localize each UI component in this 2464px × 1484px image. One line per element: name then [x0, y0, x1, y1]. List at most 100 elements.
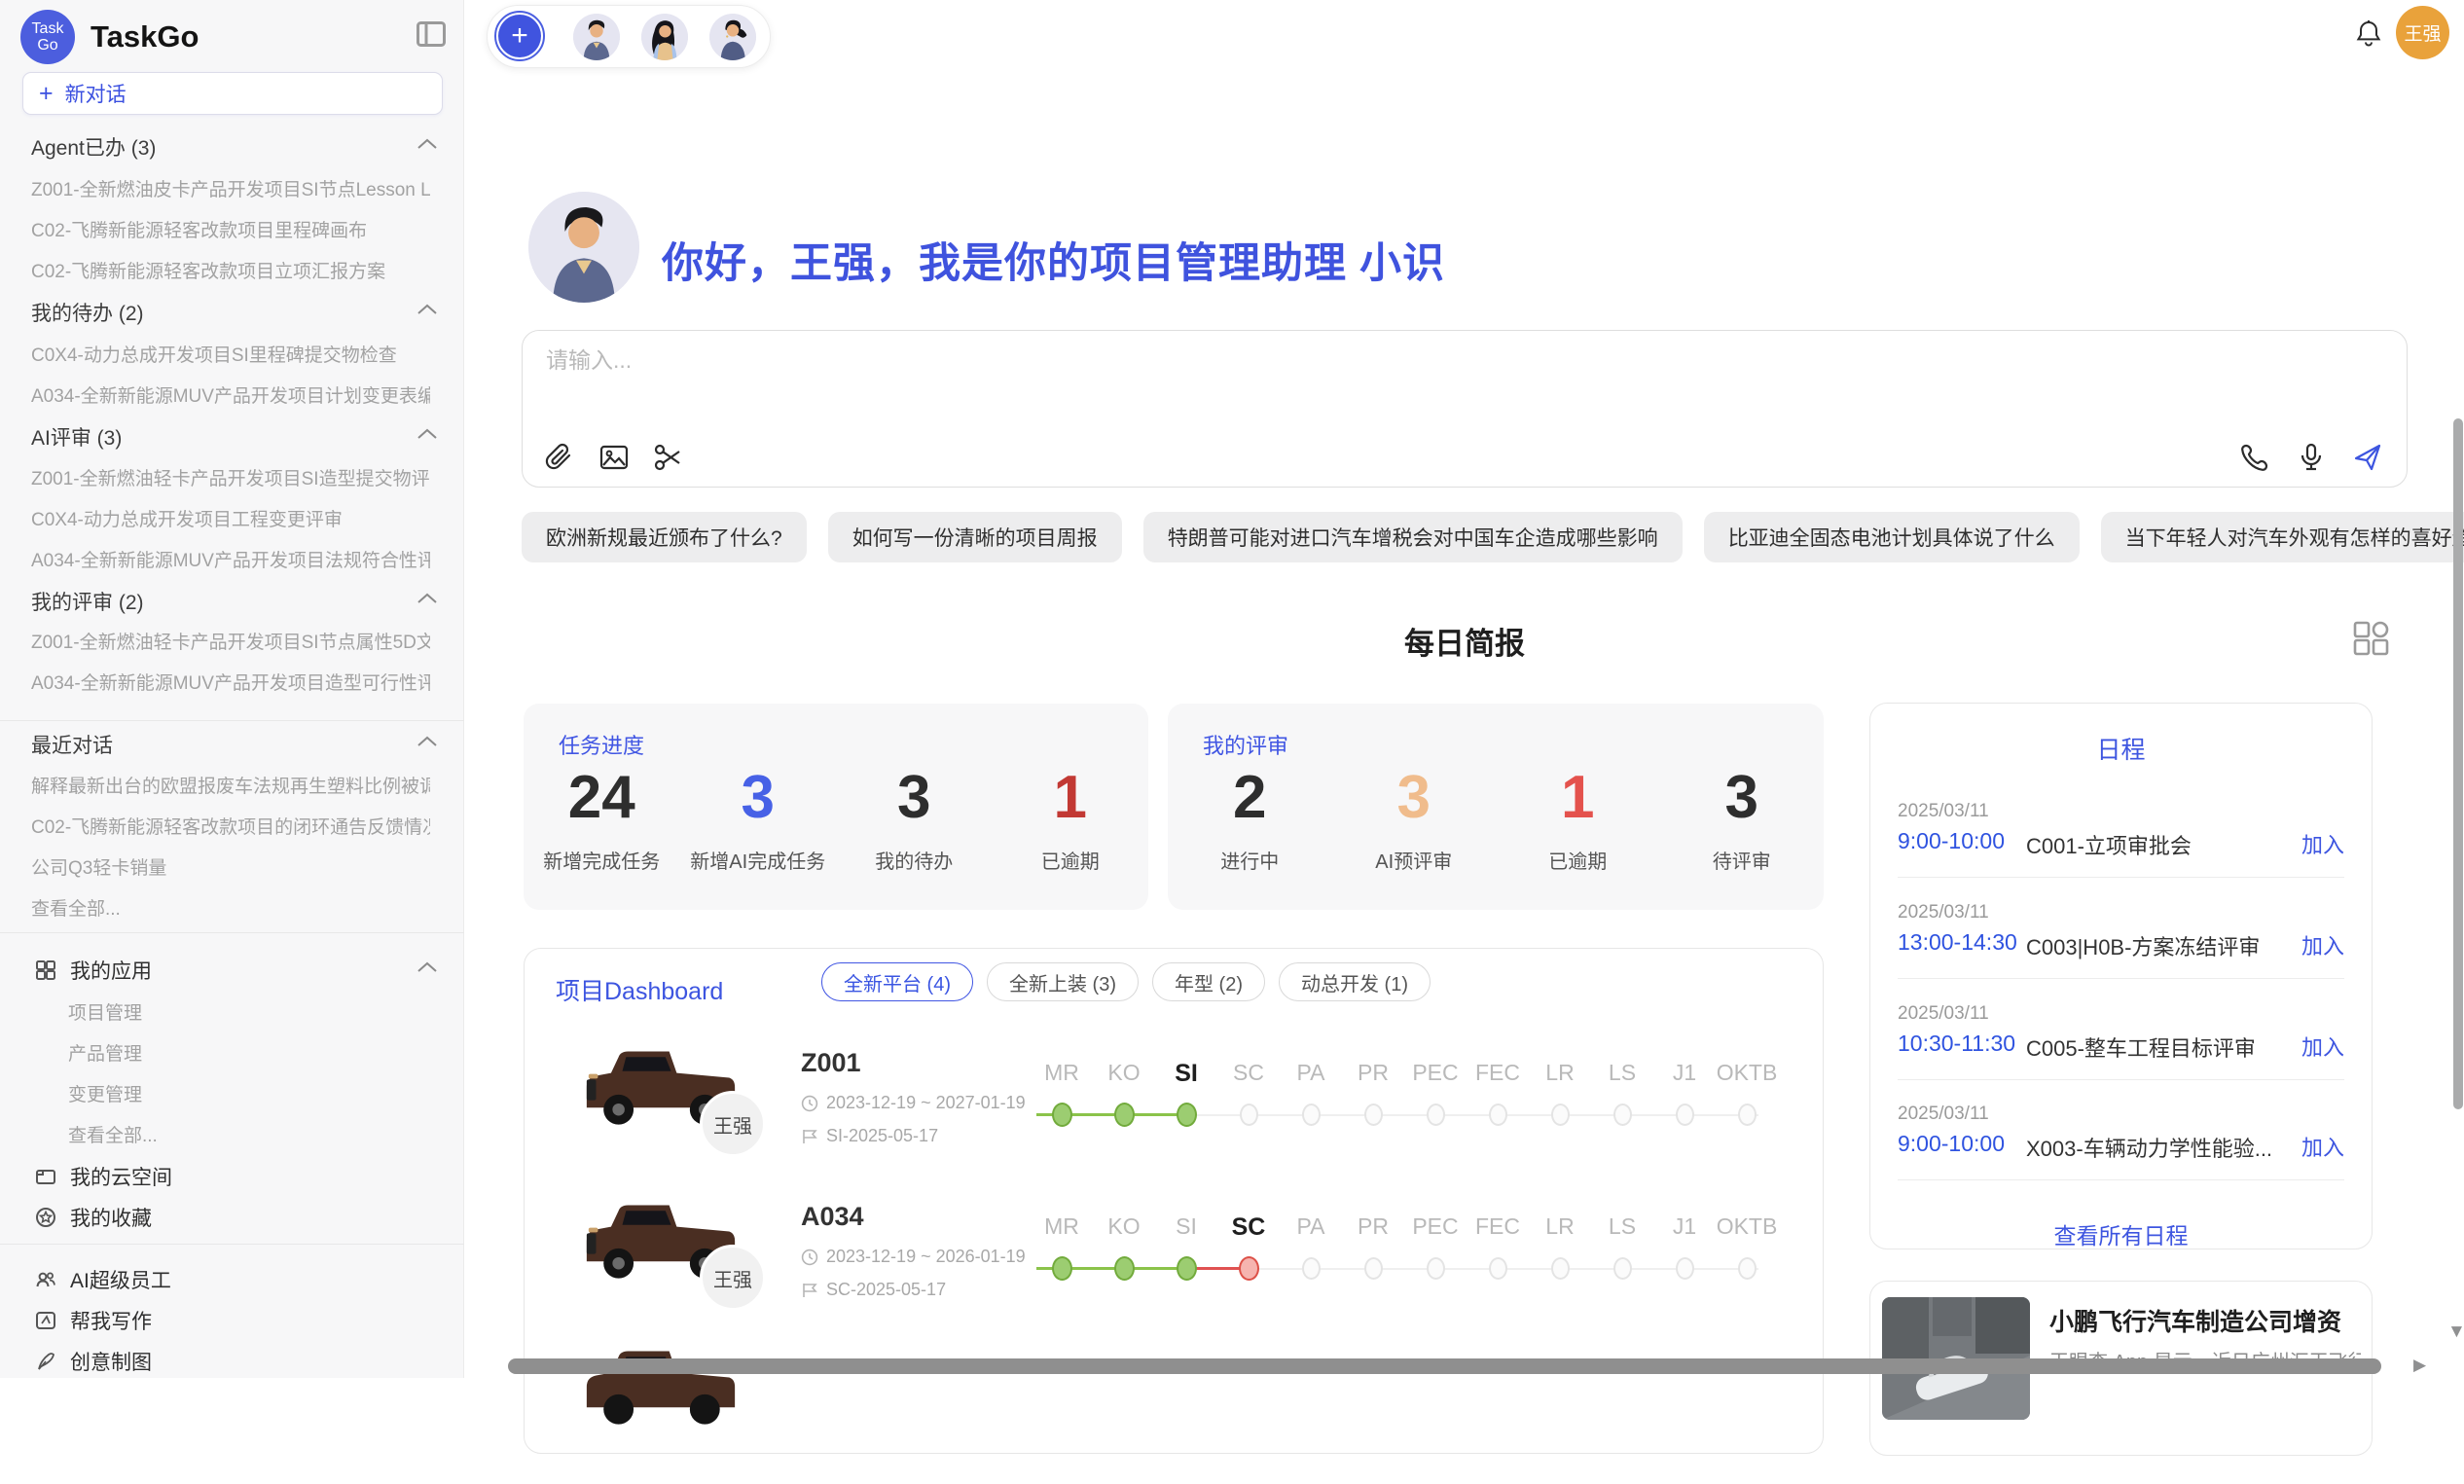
tool-creative-drawing[interactable]: 创意制图 [35, 1347, 152, 1376]
conversation-item[interactable]: Z001-全新燃油轻卡产品开发项目SI造型提交物评审 [31, 464, 430, 490]
filter-pill[interactable]: 全新上装 (3) [987, 962, 1139, 1001]
my-favorites[interactable]: 我的收藏 [35, 1203, 152, 1232]
news-title: 小鹏飞行汽车制造公司增资 [2049, 1303, 2341, 1338]
stat-my-todo: 3我的待办 [836, 764, 993, 874]
layout-grid-icon[interactable] [2351, 621, 2392, 656]
conversation-item[interactable]: A034-全新新能源MUV产品开发项目造型可行性评审 [31, 669, 430, 695]
section-recent-chats[interactable]: 最近对话 [31, 730, 113, 759]
conversation-item[interactable]: C0X4-动力总成开发项目工程变更评审 [31, 505, 430, 531]
suggestion-chip[interactable]: 如何写一份清晰的项目周报 [828, 512, 1122, 562]
schedule-time: 13:00-14:30 [1898, 929, 2017, 956]
milestone-dot [1489, 1257, 1507, 1280]
project-owner-badge: 王强 [700, 1091, 766, 1157]
send-icon[interactable] [2352, 442, 2383, 473]
conversation-item[interactable]: C0X4-动力总成开发项目SI里程碑提交物检查 [31, 341, 430, 367]
suggestion-chip[interactable]: 欧洲新规最近颁布了什么? [522, 512, 807, 562]
chevron-up-icon[interactable] [417, 593, 438, 604]
chevron-up-icon[interactable] [417, 428, 438, 440]
join-link[interactable]: 加入 [2301, 1131, 2344, 1162]
conversation-item[interactable]: A034-全新新能源MUV产品开发项目计划变更表编写 [31, 381, 430, 408]
filter-pill[interactable]: 动总开发 (1) [1279, 962, 1431, 1001]
milestone-dot-done [1114, 1103, 1135, 1127]
suggestion-chip[interactable]: 当下年轻人对汽车外观有怎样的喜好趋势 [2101, 512, 2464, 562]
phone-call-icon[interactable] [2239, 442, 2270, 473]
chevron-up-icon[interactable] [417, 304, 438, 315]
scroll-down-arrow[interactable]: ▼ [2447, 1321, 2464, 1343]
section-my-review[interactable]: 我的评审 (2) [31, 587, 144, 616]
milestone-dot [1489, 1104, 1507, 1126]
scissors-icon[interactable] [653, 442, 684, 473]
chevron-up-icon[interactable] [417, 736, 438, 747]
milestone-dot-done [1114, 1256, 1135, 1281]
tool-help-me-write[interactable]: 帮我写作 [35, 1306, 152, 1335]
conversation-item[interactable]: 公司Q3轻卡销量 [31, 853, 430, 880]
my-cloud-space-label: 我的云空间 [70, 1162, 172, 1191]
project-owner-badge: 王强 [700, 1245, 766, 1311]
project-row[interactable]: 王强 Z001 2023-12-19 ~ 2027-01-19 SI-2025-… [525, 1038, 1825, 1184]
scroll-right-arrow[interactable]: ▶ [2413, 1356, 2426, 1375]
vertical-scrollbar-thumb[interactable] [2453, 418, 2463, 1109]
image-icon[interactable] [598, 442, 630, 473]
tool-ai-super-staff[interactable]: AI超级员工 [35, 1265, 171, 1294]
people-icon [35, 1269, 56, 1290]
suggestion-chip[interactable]: 特朗普可能对进口汽车增税会对中国车企造成哪些影响 [1143, 512, 1683, 562]
notifications-bell-icon[interactable] [2353, 18, 2384, 49]
filter-pill[interactable]: 全新平台 (4) [821, 962, 973, 1001]
conversation-item[interactable]: 解释最新出台的欧盟报废车法规再生塑料比例被调至15%... [31, 772, 430, 798]
milestone-timeline: MRKOSISCPAPRPECFECLRLSJ1OKTB [1031, 1213, 1778, 1283]
milestone-dot-done [1052, 1103, 1072, 1127]
schedule-item-title: X003-车辆动力学性能验... [2026, 1132, 2272, 1163]
apps-view-all[interactable]: 查看全部... [68, 1121, 158, 1147]
my-apps-header[interactable]: 我的应用 [35, 956, 152, 985]
sidebar-collapse-icon[interactable] [417, 21, 446, 47]
section-ai-review[interactable]: AI评审 (3) [31, 422, 122, 452]
conversation-item[interactable]: Z001-全新燃油轻卡产品开发项目SI节点属性5D文件评审 [31, 628, 430, 654]
conversation-item[interactable]: C02-飞腾新能源轻客改款项目立项汇报方案 [31, 257, 430, 283]
section-my-todo[interactable]: 我的待办 (2) [31, 298, 144, 327]
message-input[interactable] [544, 346, 2202, 375]
milestone-dot [1302, 1104, 1321, 1126]
attachment-icon[interactable] [544, 442, 575, 473]
tool-label: 帮我写作 [70, 1306, 152, 1335]
chevron-up-icon[interactable] [417, 961, 438, 973]
conversation-item[interactable]: C02-飞腾新能源轻客改款项目里程碑画布 [31, 216, 430, 242]
suggestion-chip[interactable]: 比亚迪全固态电池计划具体说了什么 [1704, 512, 2080, 562]
project-row[interactable]: 王强 A034 2023-12-19 ~ 2026-01-19 SC-2025-… [525, 1192, 1825, 1338]
filter-pill[interactable]: 年型 (2) [1152, 962, 1265, 1001]
view-all-schedule-link[interactable]: 查看所有日程 [1870, 1217, 2372, 1250]
project-code: A034 [801, 1202, 864, 1232]
avatar[interactable] [641, 14, 688, 60]
join-link[interactable]: 加入 [2301, 1031, 2344, 1062]
recent-view-all[interactable]: 查看全部... [31, 894, 430, 921]
new-chat-label: 新对话 [65, 79, 127, 108]
chevron-up-icon[interactable] [417, 138, 438, 150]
app-item[interactable]: 变更管理 [68, 1080, 142, 1106]
milestone-dot [1738, 1104, 1757, 1126]
app-title: TaskGo [91, 19, 199, 54]
write-icon [35, 1310, 56, 1331]
conversation-item[interactable]: C02-飞腾新能源轻客改款项目的闭环通告反馈情况 [31, 813, 430, 839]
stat-ai-pre-review: 3AI预评审 [1332, 764, 1497, 874]
join-link[interactable]: 加入 [2301, 828, 2344, 859]
conversation-item[interactable]: A034-全新新能源MUV产品开发项目法规符合性评审 [31, 546, 430, 572]
horizontal-scrollbar-thumb[interactable] [508, 1358, 2381, 1374]
divider [1898, 1079, 2344, 1080]
schedule-item-title: C005-整车工程目标评审 [2026, 1032, 2256, 1063]
add-session-button[interactable]: + [494, 11, 545, 61]
new-chat-button[interactable]: + 新对话 [22, 72, 443, 115]
star-badge-icon [35, 1207, 56, 1228]
app-item[interactable]: 项目管理 [68, 998, 142, 1025]
app-item[interactable]: 产品管理 [68, 1039, 142, 1066]
feather-pen-icon [35, 1351, 56, 1372]
conversation-item[interactable]: Z001-全新燃油皮卡产品开发项目SI节点Lesson Learn报告 [31, 175, 430, 201]
microphone-icon[interactable] [2296, 442, 2327, 473]
avatar[interactable] [573, 14, 620, 60]
join-link[interactable]: 加入 [2301, 929, 2344, 960]
my-cloud-space[interactable]: 我的云空间 [35, 1162, 172, 1191]
user-avatar[interactable]: 王强 [2396, 6, 2449, 59]
project-current-node: SC-2025-05-17 [801, 1280, 946, 1300]
section-agent-done[interactable]: Agent已办 (3) [31, 132, 156, 162]
avatar[interactable] [709, 14, 756, 60]
milestone-dot [1613, 1257, 1632, 1280]
flag-icon [801, 1282, 818, 1299]
